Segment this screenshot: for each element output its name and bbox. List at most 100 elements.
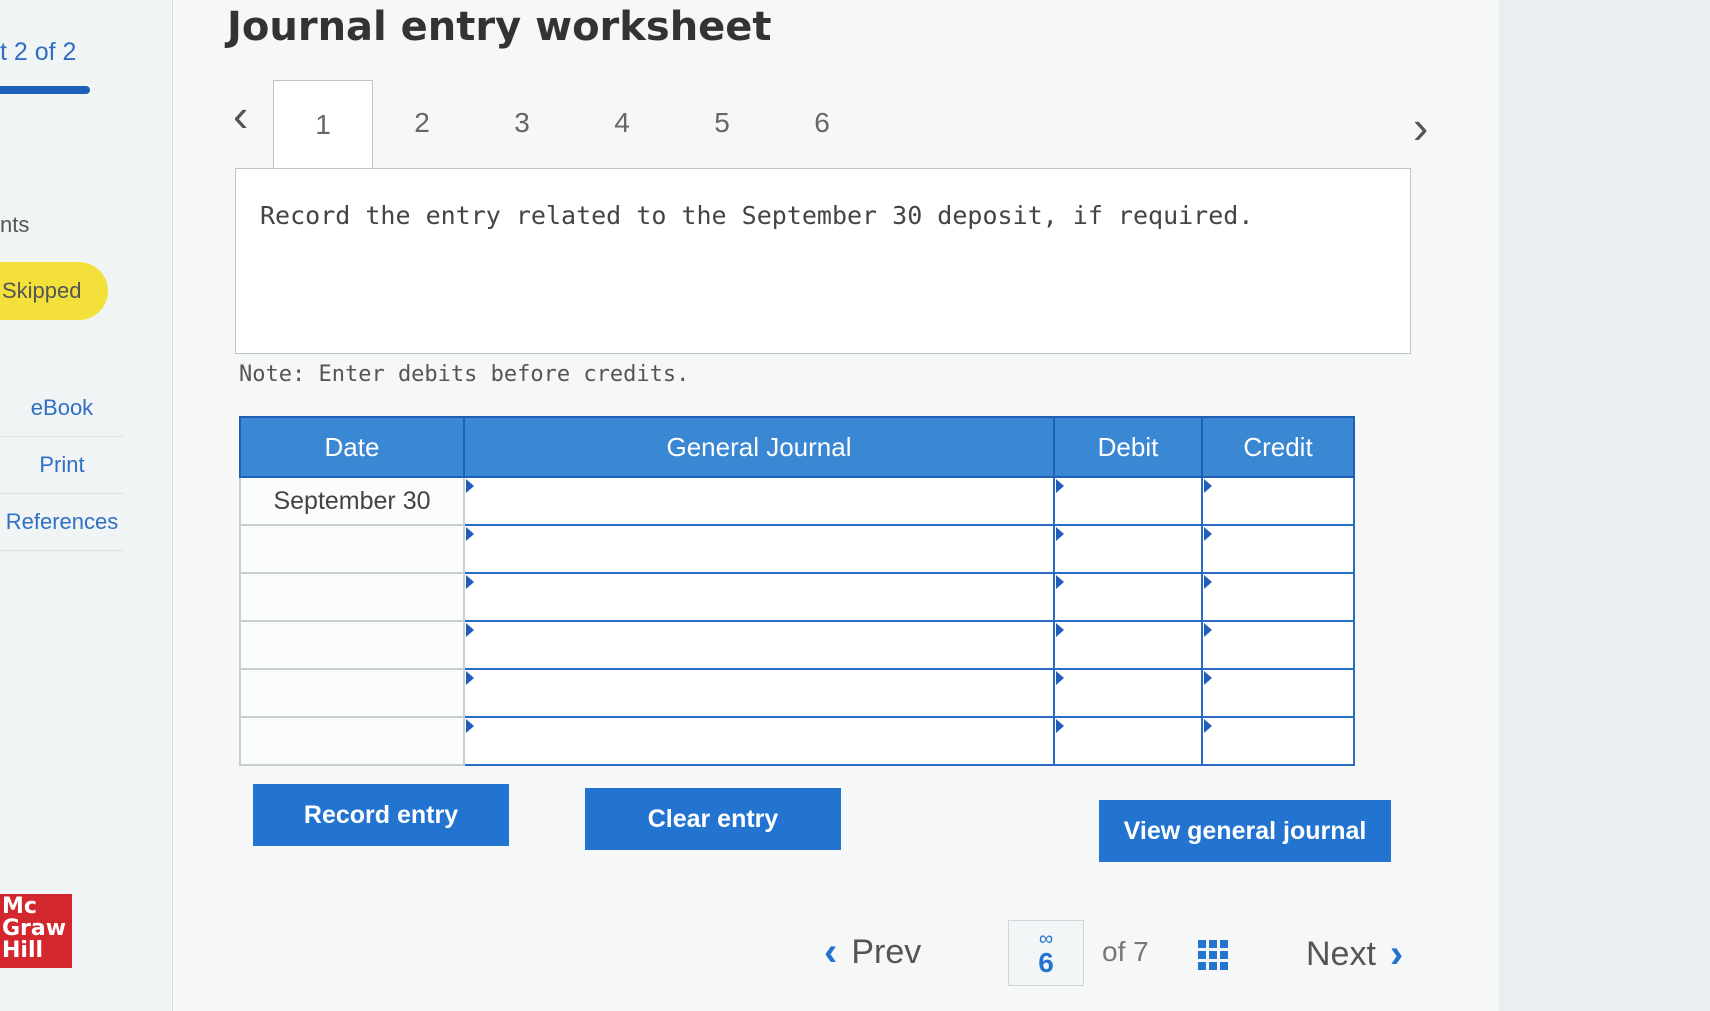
dropdown-flag-icon xyxy=(1204,527,1212,541)
credit-input[interactable] xyxy=(1203,574,1353,620)
dropdown-flag-icon xyxy=(1056,671,1064,685)
worksheet-panel: Journal entry worksheet ‹ 1 2 3 4 5 6 › … xyxy=(172,0,1499,1011)
tab-2[interactable]: 2 xyxy=(373,80,471,166)
question-navigation: ‹ Prev ∞ 6 of 7 Next › xyxy=(0,920,1710,1000)
credit-cell xyxy=(1201,476,1355,526)
table-row xyxy=(239,620,1355,670)
link-icon: ∞ xyxy=(1038,928,1054,950)
date-column-header: Date xyxy=(239,416,465,478)
chevron-left-icon: ‹ xyxy=(824,930,838,974)
table-header-row: Date General Journal Debit Credit xyxy=(239,416,1355,478)
general-journal-column-header: General Journal xyxy=(463,416,1055,478)
dropdown-flag-icon xyxy=(1056,719,1064,733)
clear-entry-button[interactable]: Clear entry xyxy=(585,788,841,850)
status-badge: Skipped xyxy=(0,262,108,320)
credit-input[interactable] xyxy=(1203,526,1353,572)
dropdown-flag-icon xyxy=(466,671,474,685)
account-cell xyxy=(463,572,1055,622)
debit-cell xyxy=(1053,524,1203,574)
entry-tabs: ‹ 1 2 3 4 5 6 › xyxy=(223,80,1443,168)
tab-1[interactable]: 1 xyxy=(273,80,373,168)
table-row xyxy=(239,668,1355,718)
dropdown-flag-icon xyxy=(1204,719,1212,733)
table-row xyxy=(239,524,1355,574)
debit-input[interactable] xyxy=(1055,526,1201,572)
dropdown-flag-icon xyxy=(1056,527,1064,541)
page-total: of 7 xyxy=(1102,936,1149,967)
dropdown-flag-icon xyxy=(1056,575,1064,589)
dropdown-flag-icon xyxy=(1056,479,1064,493)
date-cell xyxy=(239,524,465,574)
chevron-right-icon[interactable]: › xyxy=(1413,104,1428,150)
credit-input[interactable] xyxy=(1203,670,1353,716)
account-input[interactable] xyxy=(465,478,1053,524)
tab-6[interactable]: 6 xyxy=(773,80,871,166)
dropdown-flag-icon xyxy=(1204,623,1212,637)
table-row: September 30 xyxy=(239,476,1355,526)
journal-table: Date General Journal Debit Credit Septem… xyxy=(239,416,1355,766)
credit-cell xyxy=(1201,668,1355,718)
date-cell: September 30 xyxy=(239,476,465,526)
chevron-left-icon[interactable]: ‹ xyxy=(233,92,248,138)
table-row xyxy=(239,716,1355,766)
debit-input[interactable] xyxy=(1055,574,1201,620)
dropdown-flag-icon xyxy=(1204,479,1212,493)
account-input[interactable] xyxy=(465,526,1053,572)
left-sidebar: t 2 of 2 nts Skipped eBook Print Referen… xyxy=(0,0,172,1011)
debit-cell xyxy=(1053,620,1203,670)
points-label: nts xyxy=(0,212,30,237)
credit-input[interactable] xyxy=(1203,478,1353,524)
next-label: Next xyxy=(1306,935,1376,973)
references-link[interactable]: References xyxy=(0,494,124,551)
credit-input[interactable] xyxy=(1203,718,1353,764)
current-page-number: 6 xyxy=(1038,947,1054,978)
account-input[interactable] xyxy=(465,574,1053,620)
credit-cell xyxy=(1201,620,1355,670)
account-cell xyxy=(463,668,1055,718)
prev-label: Prev xyxy=(851,933,922,971)
instruction-box: Record the entry related to the Septembe… xyxy=(235,168,1411,354)
view-general-journal-button[interactable]: View general journal xyxy=(1099,800,1391,862)
debit-input[interactable] xyxy=(1055,478,1201,524)
tab-3[interactable]: 3 xyxy=(473,80,571,166)
part-indicator: t 2 of 2 xyxy=(0,38,77,66)
next-button[interactable]: Next › xyxy=(1306,932,1403,977)
tab-4[interactable]: 4 xyxy=(573,80,671,166)
current-page-box[interactable]: ∞ 6 xyxy=(1008,920,1084,986)
grid-icon[interactable] xyxy=(1198,940,1228,970)
part-progress-bar xyxy=(0,86,90,94)
note-text: Note: Enter debits before credits. xyxy=(239,362,690,387)
credit-cell xyxy=(1201,572,1355,622)
account-input[interactable] xyxy=(465,670,1053,716)
dropdown-flag-icon xyxy=(466,623,474,637)
debit-column-header: Debit xyxy=(1053,416,1203,478)
tab-5[interactable]: 5 xyxy=(673,80,771,166)
dropdown-flag-icon xyxy=(466,575,474,589)
account-cell xyxy=(463,716,1055,766)
instruction-text: Record the entry related to the Septembe… xyxy=(260,201,1254,230)
dropdown-flag-icon xyxy=(466,719,474,733)
table-row xyxy=(239,572,1355,622)
ebook-link[interactable]: eBook xyxy=(0,380,124,437)
print-link[interactable]: Print xyxy=(0,437,124,494)
account-input[interactable] xyxy=(465,718,1053,764)
debit-cell xyxy=(1053,572,1203,622)
date-cell xyxy=(239,572,465,622)
credit-input[interactable] xyxy=(1203,622,1353,668)
prev-button[interactable]: ‹ Prev xyxy=(824,930,921,975)
debit-input[interactable] xyxy=(1055,718,1201,764)
credit-column-header: Credit xyxy=(1201,416,1355,478)
chevron-right-icon: › xyxy=(1389,932,1404,976)
debit-input[interactable] xyxy=(1055,670,1201,716)
date-cell xyxy=(239,716,465,766)
record-entry-button[interactable]: Record entry xyxy=(253,784,509,846)
debit-cell xyxy=(1053,668,1203,718)
credit-cell xyxy=(1201,716,1355,766)
dropdown-flag-icon xyxy=(1056,623,1064,637)
account-cell xyxy=(463,620,1055,670)
account-input[interactable] xyxy=(465,622,1053,668)
date-cell xyxy=(239,620,465,670)
debit-cell xyxy=(1053,476,1203,526)
account-cell xyxy=(463,524,1055,574)
debit-input[interactable] xyxy=(1055,622,1201,668)
